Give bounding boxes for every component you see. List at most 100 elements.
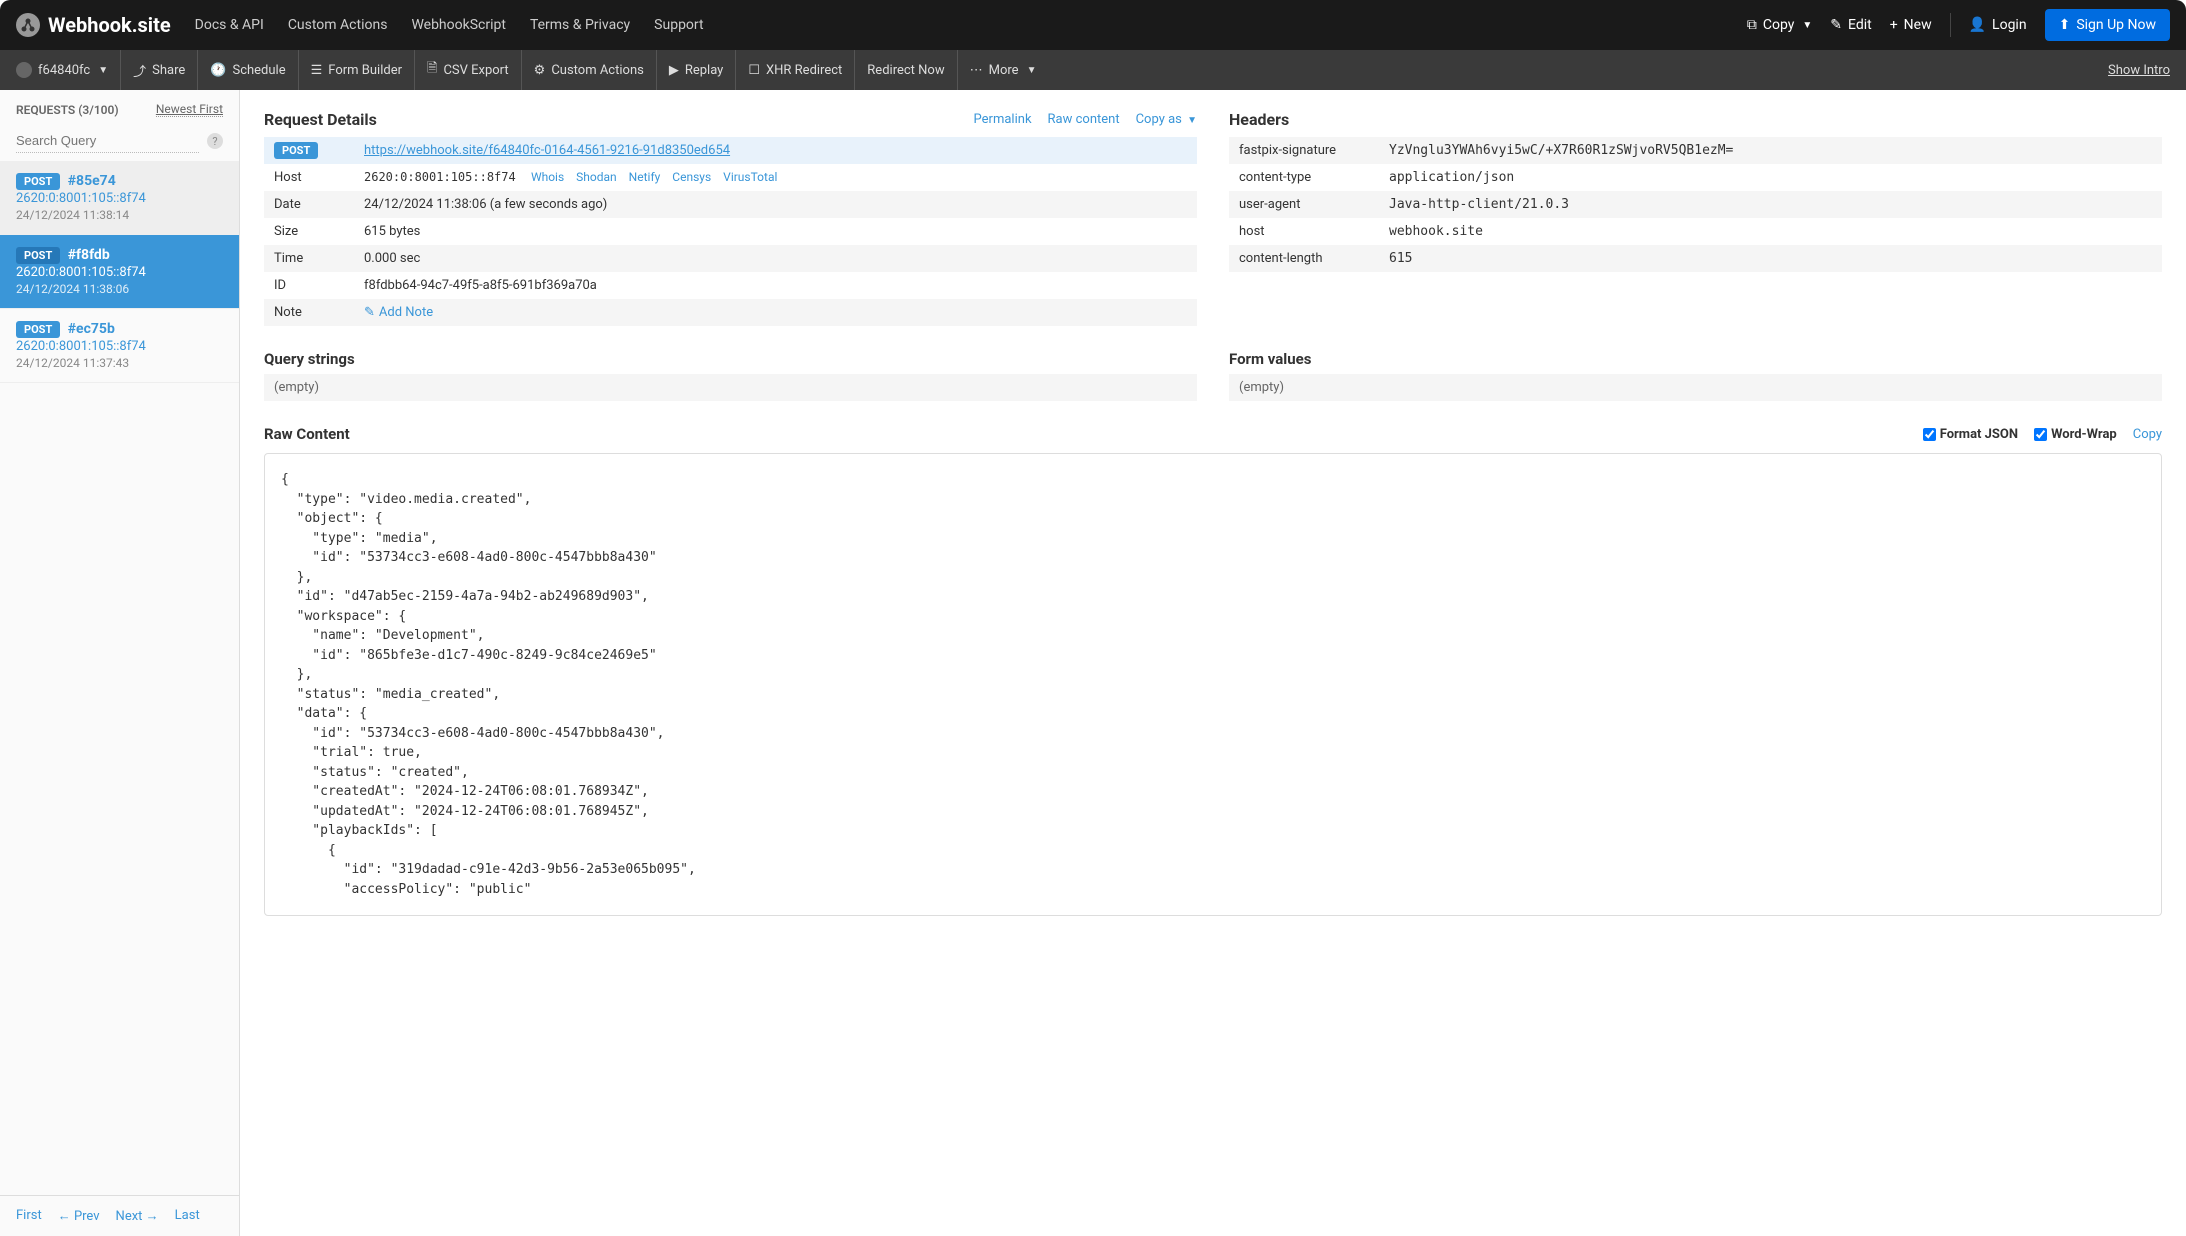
clock-icon: 🕐: [210, 63, 226, 78]
upload-icon: ⬆: [2059, 17, 2071, 33]
copy-icon: ⧉: [1747, 17, 1757, 33]
request-host: 2620:0:8001:105::8f74: [16, 339, 223, 354]
replay-button[interactable]: ▶ Replay: [657, 50, 737, 90]
pager: First ← Prev Next → Last: [0, 1195, 239, 1236]
topbar: Webhook.site Docs & API Custom Actions W…: [0, 0, 2186, 50]
format-json-toggle[interactable]: Format JSON: [1923, 427, 2018, 442]
login-link[interactable]: 👤 Login: [1969, 17, 2027, 33]
netify-link[interactable]: Netify: [629, 170, 661, 184]
headers-table: fastpix-signatureYzVnglu3YWAh6vyi5wC/+X7…: [1229, 137, 2162, 272]
sidebar: REQUESTS (3/100) Newest First ? POST #85…: [0, 90, 240, 1236]
copy-dropdown[interactable]: ⧉ Copy ▼: [1747, 17, 1812, 33]
nav-support[interactable]: Support: [654, 17, 703, 33]
more-dropdown[interactable]: ⋯ More ▼: [958, 50, 1049, 90]
gear-icon: ⚙: [534, 63, 546, 78]
request-host: 2620:0:8001:105::8f74: [16, 265, 223, 280]
query-strings-title: Query strings: [264, 350, 1197, 368]
raw-content-box[interactable]: { "type": "video.media.created", "object…: [264, 453, 2162, 916]
caret-down-icon: ▼: [98, 65, 108, 76]
date-value: 24/12/2024 11:38:06 (a few seconds ago): [354, 191, 1197, 218]
request-hash: #85e74: [68, 173, 116, 189]
user-icon: 👤: [1969, 17, 1986, 33]
headers-title: Headers: [1229, 110, 2162, 129]
caret-down-icon: ▼: [1187, 115, 1197, 126]
pager-next[interactable]: Next →: [116, 1208, 159, 1224]
header-key: user-agent: [1229, 191, 1379, 218]
shodan-link[interactable]: Shodan: [576, 170, 617, 184]
show-intro-link[interactable]: Show Intro: [2108, 63, 2170, 78]
signup-button[interactable]: ⬆ Sign Up Now: [2045, 9, 2170, 41]
redirect-now-button[interactable]: Redirect Now: [855, 50, 957, 90]
header-val: 615: [1379, 245, 2162, 272]
label-date: Date: [264, 191, 354, 218]
nav-docs[interactable]: Docs & API: [195, 17, 264, 33]
form-icon: ☰: [311, 63, 323, 78]
nav-terms[interactable]: Terms & Privacy: [530, 17, 630, 33]
request-item[interactable]: POST #85e74 2620:0:8001:105::8f74 24/12/…: [0, 161, 239, 235]
xhr-redirect-toggle[interactable]: ☐ XHR Redirect: [736, 50, 855, 90]
word-wrap-toggle[interactable]: Word-Wrap: [2034, 427, 2117, 442]
toolbar: f64840fc ▼ ⤴ Share 🕐 Schedule ☰ Form Bui…: [0, 50, 2186, 90]
topnav: Docs & API Custom Actions WebhookScript …: [195, 17, 704, 33]
sidebar-header: REQUESTS (3/100) Newest First: [0, 90, 239, 129]
detail-table: POST https://webhook.site/f64840fc-0164-…: [264, 137, 1197, 326]
more-icon: ⋯: [970, 63, 983, 78]
label-size: Size: [264, 218, 354, 245]
permalink-link[interactable]: Permalink: [974, 112, 1032, 127]
label-time: Time: [264, 245, 354, 272]
new-button[interactable]: + New: [1890, 17, 1932, 33]
raw-content-link[interactable]: Raw content: [1048, 112, 1120, 127]
nav-webhookscript[interactable]: WebhookScript: [411, 17, 506, 33]
share-button[interactable]: ⤴ Share: [121, 50, 198, 90]
method-badge: POST: [16, 321, 60, 338]
token-dropdown[interactable]: f64840fc ▼: [16, 50, 121, 90]
raw-header: Raw Content Format JSON Word-Wrap Copy: [264, 425, 2162, 443]
request-item[interactable]: POST #ec75b 2620:0:8001:105::8f74 24/12/…: [0, 309, 239, 383]
search-row: ?: [0, 129, 239, 161]
method-badge: POST: [16, 247, 60, 264]
virustotal-link[interactable]: VirusTotal: [723, 170, 777, 184]
url-link[interactable]: https://webhook.site/f64840fc-0164-4561-…: [364, 143, 730, 158]
censys-link[interactable]: Censys: [672, 170, 711, 184]
header-val: YzVnglu3YWAh6vyi5wC/+X7R60R1zSWjvoRV5QB1…: [1379, 137, 2162, 164]
word-wrap-checkbox[interactable]: [2034, 428, 2047, 441]
sort-toggle[interactable]: Newest First: [156, 102, 223, 117]
search-input[interactable]: [16, 129, 199, 153]
label-host: Host: [264, 164, 354, 191]
header-val: webhook.site: [1379, 218, 2162, 245]
request-hash: #ec75b: [68, 321, 115, 337]
detail-actions: Permalink Raw content Copy as ▼: [974, 112, 1197, 127]
content: Request Details Permalink Raw content Co…: [240, 90, 2186, 1236]
plus-icon: +: [1890, 17, 1898, 33]
copy-raw-link[interactable]: Copy: [2133, 427, 2162, 442]
form-values-title: Form values: [1229, 350, 2162, 368]
request-date: 24/12/2024 11:38:06: [16, 282, 223, 296]
request-item[interactable]: POST #f8fdb 2620:0:8001:105::8f74 24/12/…: [0, 235, 239, 309]
format-json-checkbox[interactable]: [1923, 428, 1936, 441]
nav-custom-actions[interactable]: Custom Actions: [288, 17, 388, 33]
help-icon[interactable]: ?: [207, 133, 223, 149]
schedule-button[interactable]: 🕐 Schedule: [198, 50, 298, 90]
request-hash: #f8fdb: [68, 247, 110, 263]
request-date: 24/12/2024 11:38:14: [16, 208, 223, 222]
pager-prev[interactable]: ← Prev: [58, 1208, 100, 1224]
divider: [1950, 13, 1951, 37]
custom-actions-button[interactable]: ⚙ Custom Actions: [522, 50, 657, 90]
copy-as-dropdown[interactable]: Copy as ▼: [1136, 112, 1197, 127]
method-badge: POST: [16, 173, 60, 190]
whois-link[interactable]: Whois: [531, 170, 564, 184]
host-value: 2620:0:8001:105::8f74: [364, 170, 516, 184]
time-value: 0.000 sec: [354, 245, 1197, 272]
logo[interactable]: Webhook.site: [16, 13, 171, 37]
form-builder-button[interactable]: ☰ Form Builder: [299, 50, 415, 90]
method-badge: POST: [274, 142, 318, 159]
pager-last[interactable]: Last: [175, 1208, 200, 1224]
form-values-empty: (empty): [1229, 374, 2162, 401]
label-id: ID: [264, 272, 354, 299]
edit-button[interactable]: ✎ Edit: [1830, 17, 1871, 33]
pager-first[interactable]: First: [16, 1208, 42, 1224]
add-note-link[interactable]: ✎Add Note: [364, 305, 433, 320]
csv-export-button[interactable]: 🗎 CSV Export: [415, 50, 522, 90]
edit-icon: ✎: [1830, 17, 1842, 33]
query-strings-empty: (empty): [264, 374, 1197, 401]
